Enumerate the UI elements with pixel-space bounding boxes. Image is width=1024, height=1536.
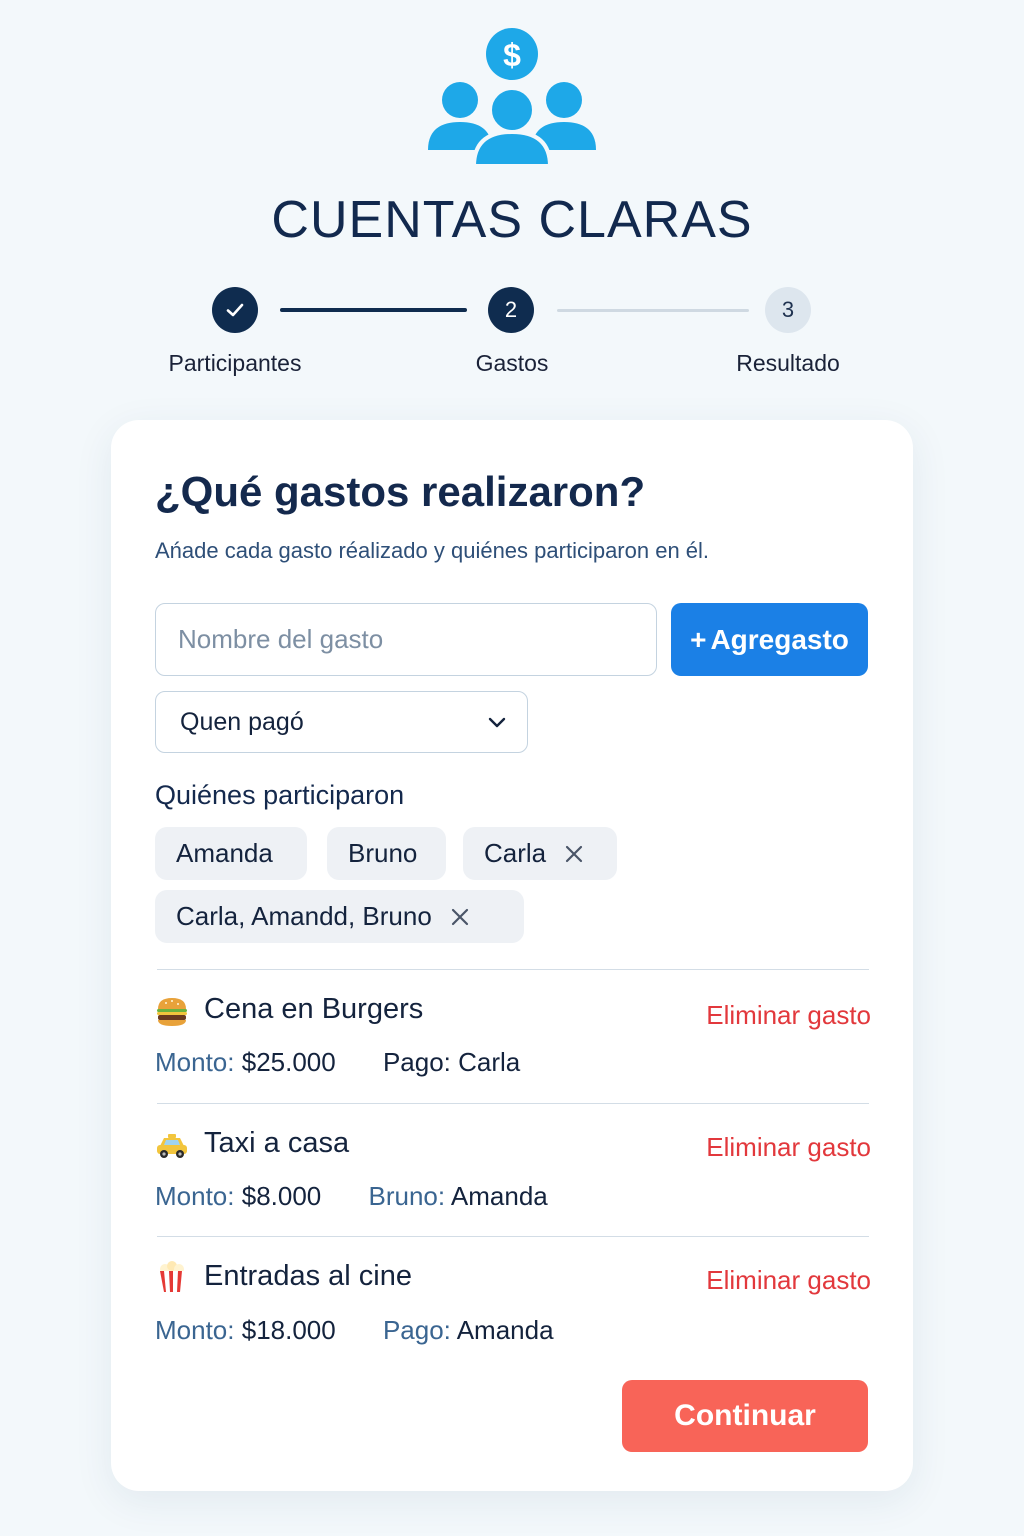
card-subtitle: Ańade cada gasto réalizado y quiénes par…	[155, 538, 710, 563]
step-3-label: Resultado	[736, 350, 840, 376]
add-expense-button[interactable]: + Agregasto	[671, 603, 868, 676]
chip-label: Carla, Amandd, Bruno	[176, 901, 432, 931]
chip-label: Carla	[484, 838, 547, 868]
participant-chip-bruno[interactable]: Bruno	[327, 827, 446, 880]
popcorn-icon	[160, 1261, 184, 1292]
payer-key: Bruno:	[368, 1181, 446, 1211]
delete-expense-link[interactable]: Eliminar gasto	[706, 1132, 871, 1163]
divider	[157, 1236, 869, 1237]
amount-value: $25.000	[241, 1047, 336, 1077]
participant-chip-carla[interactable]: Carla	[463, 827, 617, 880]
amount-key: Monto:	[155, 1315, 235, 1345]
divider	[157, 1103, 869, 1104]
participant-chip-group[interactable]: Carla, Amandd, Bruno	[155, 890, 524, 943]
amount-value: $8.000	[241, 1181, 322, 1211]
amount-key: Monto:	[155, 1047, 235, 1077]
participant-chip-amanda[interactable]: Amanda	[155, 827, 307, 880]
payer-value: Carla	[458, 1047, 521, 1077]
payer-value: Amanda	[456, 1315, 554, 1345]
step-3-circle: 3	[765, 287, 811, 333]
taxi-icon	[157, 1134, 187, 1158]
payer-value: Amanda	[450, 1181, 548, 1211]
step-connector-2	[557, 309, 749, 312]
step-1-circle	[212, 287, 258, 333]
burger-icon	[157, 998, 187, 1026]
check-icon	[226, 303, 244, 317]
expense-details: Monto: $25.000 Pago: Carla	[155, 1047, 520, 1078]
chip-label: Bruno	[348, 838, 418, 868]
payer-select-value: Quen pagó	[180, 707, 304, 736]
add-expense-label: Agregasto	[710, 623, 849, 655]
payer-select[interactable]: Quen pagó	[155, 691, 528, 753]
step-2-circle: 2	[488, 287, 534, 333]
expense-details: Monto: $18.000 Pago: Amanda	[155, 1315, 554, 1346]
participants-label: Quiénes participaron	[155, 780, 405, 810]
svg-text:$: $	[503, 37, 521, 73]
amount-key: Monto:	[155, 1181, 235, 1211]
delete-expense-link[interactable]: Eliminar gasto	[706, 1000, 871, 1031]
expense-name: Taxi a casa	[204, 1127, 350, 1159]
close-icon[interactable]	[564, 844, 584, 864]
step-1-label: Participantes	[168, 350, 302, 376]
expense-name: Entradas al cine	[204, 1260, 412, 1292]
amount-value: $18.000	[241, 1315, 336, 1345]
step-connector-1	[280, 308, 467, 312]
expense-name-input[interactable]	[155, 603, 657, 676]
app-title: CUENTAS CLARAS	[271, 191, 753, 249]
payer-key: Pago:	[382, 1047, 451, 1077]
chip-label: Amanda	[176, 838, 273, 868]
continue-button[interactable]: Continuar	[622, 1380, 868, 1452]
group-money-logo-icon: $	[428, 28, 596, 168]
step-2-label: Gastos	[475, 350, 549, 376]
close-icon[interactable]	[450, 907, 470, 927]
expense-details: Monto: $8.000 Bruno: Amanda	[155, 1181, 548, 1212]
divider	[157, 969, 869, 970]
card-title: ¿Qué gastos realizaron?	[155, 468, 646, 515]
expense-name: Cena en Burgers	[204, 993, 424, 1025]
expenses-card: ¿Qué gastos realizaron? Ańade cada gasto…	[111, 420, 913, 1491]
plus-icon: +	[690, 623, 707, 655]
delete-expense-link[interactable]: Eliminar gasto	[706, 1265, 871, 1296]
payer-key: Pago:	[382, 1315, 451, 1345]
chevron-down-icon	[488, 717, 506, 728]
